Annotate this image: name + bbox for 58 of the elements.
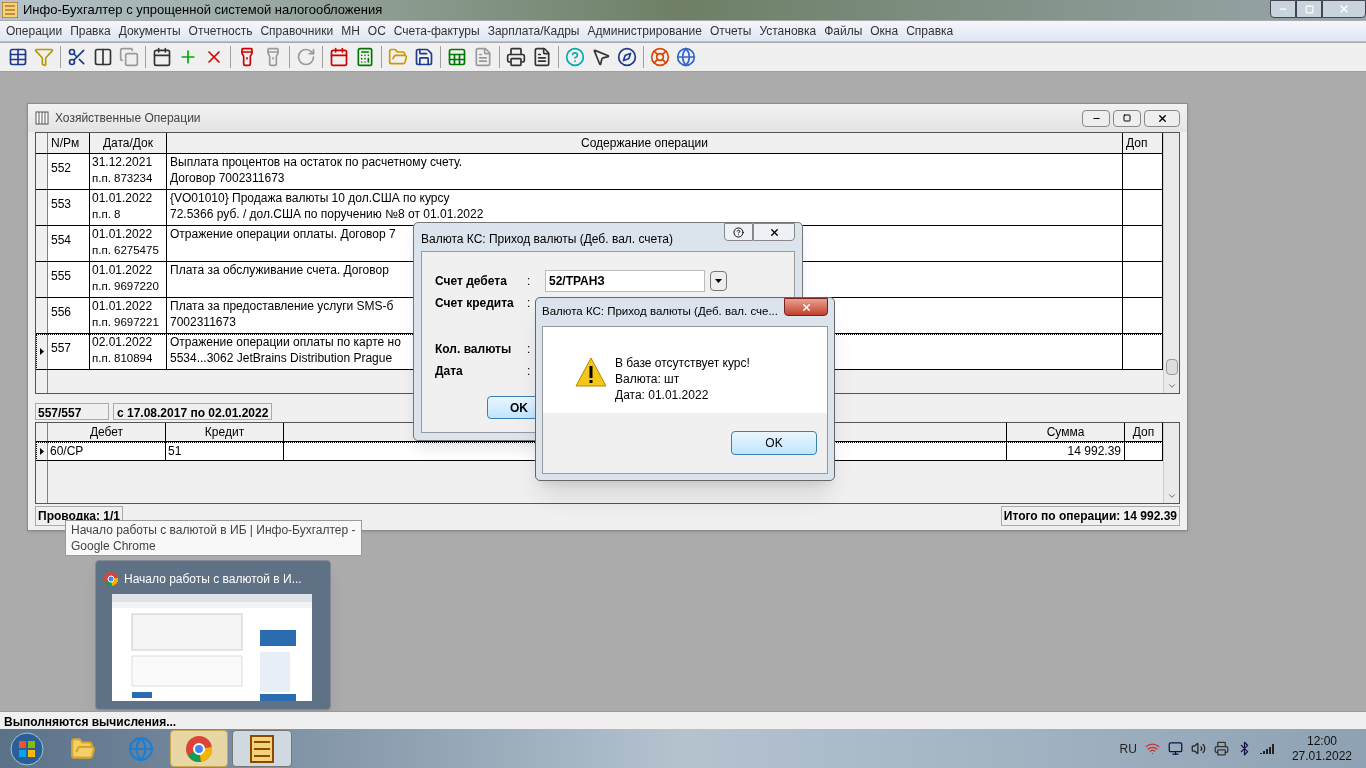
field-label: Счет кредита [435,295,515,312]
table-cell-text: 31.12.2021 [92,154,154,170]
table-cell: 555 [51,269,72,283]
alert-message: Дата: 01.01.2022 [615,387,710,403]
table-cell: 14 992.39 [1067,444,1121,458]
table-cell-text: 01.01.2022 [92,262,154,278]
field-label: Кол. валюты [435,341,513,358]
table-cell: Выплата процентов на остаток по расчетному счету. [170,154,463,170]
table-cell: 554 [51,233,72,247]
dialog-title: Валюта КС: Приход валюты (Деб. вал. счета) [421,231,673,248]
table-cell: 556 [51,305,72,319]
column-header: Сумма [1007,423,1125,441]
table-cell: Договор 7002311673 [170,170,285,186]
table-cell: 72.5366 руб. / дол.США по поручению №8 от 01.01.2022 [170,206,484,222]
table-cell-text: п.п. 9697220 [92,279,160,294]
table-cell-text: 01.01.2022 [92,226,154,242]
column-header: Содержание операции [167,133,1123,153]
alert-message: В базе отсутствует курс! [615,355,750,371]
table-cell-text: п.п. 6275475 [92,243,160,258]
operation-total: Итого по операции: 14 992.39 [1000,506,1180,526]
table-cell: Отражение операции оплаты. Договор 7 [170,226,396,242]
table-cell: Отражение операции оплаты по карте но [170,334,401,350]
field-label: Дата [435,363,464,380]
table-cell: 5534...3062 JetBrains Distribution Prague [170,350,393,366]
field-separator: : [527,363,532,380]
table-cell: 7002311673 [170,314,236,330]
table-cell: Плата за предоставление услуги SMS-б [170,298,394,314]
table-cell-text: 02.01.2022 [92,334,154,350]
field-label: Счет дебета [435,273,508,290]
window-title: Хозяйственные Операции [55,110,201,127]
table-cell-text: 01.01.2022 [92,298,154,314]
preview-title: Начало работы с валютой в И... [124,570,302,588]
column-header: Кредит [166,423,284,441]
period-label: с 17.08.2017 по 02.01.2022 [113,402,273,420]
tooltip: Начало работы с валютой в ИБ | Инфо-Бухгалтер - Google Chrome [65,520,362,556]
table-cell: 51 [168,444,182,458]
status-text: Выполняются вычисления... [4,714,177,731]
table-cell-text: п.п. 810894 [92,351,154,366]
field-separator: : [527,295,532,312]
column-header: N/Рм [48,133,90,153]
field-separator: : [527,273,532,290]
table-cell-text: 01.01.2022 [92,190,154,206]
column-header: Дата/Док [90,133,167,153]
column-header: Дебет [48,423,166,441]
alert-message: Валюта: шт [615,371,681,387]
table-cell: {VO01010} Продажа валюты 10 дол.США по курсу [170,190,450,206]
window-title: Инфо-Бухгалтер с упрощенной системой налогообложения [23,1,383,20]
dialog-title: Валюта КС: Приход валюты (Деб. вал. сче... [542,304,778,320]
table-cell: 553 [51,197,72,211]
table-cell: Плата за обслуживание счета. Договор [170,262,389,278]
table-cell: 557 [51,341,72,355]
record-counter: 557/557 [35,402,109,420]
table-cell-text: п.п. 873234 [92,171,154,186]
table-cell-text: п.п. 9697221 [92,315,160,330]
table-cell-text: п.п. 8 [92,207,122,222]
field-separator: : [527,341,532,358]
table-cell: 60/СР [50,444,84,458]
table-cell: 552 [51,161,72,175]
